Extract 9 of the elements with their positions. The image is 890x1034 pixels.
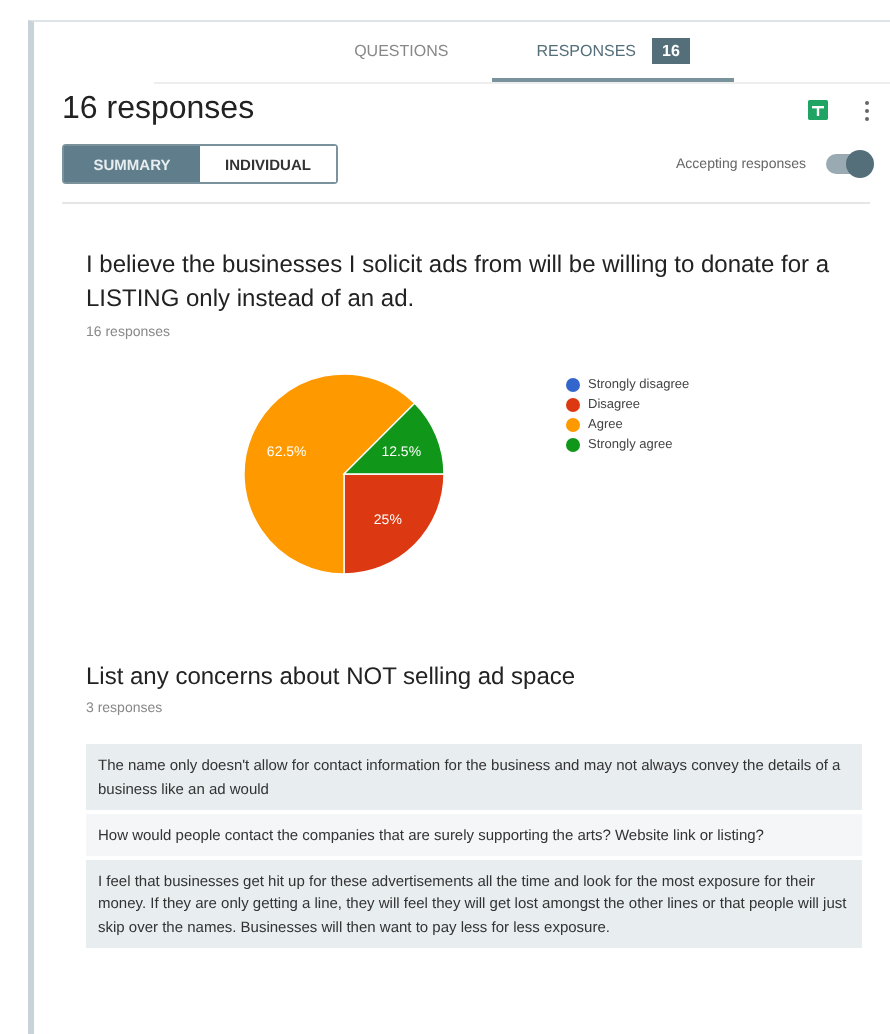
more-icon[interactable]: [864, 99, 870, 121]
spreadsheet-icon[interactable]: [808, 100, 828, 120]
accepting-switch[interactable]: [826, 154, 870, 174]
responses-title: 16 responses: [62, 92, 257, 128]
question-title: List any concerns about NOT selling ad space: [86, 659, 578, 693]
question-title: I believe the businesses I solicit ads from will be willing to donate for a LISTING only instead of an ad.: [86, 248, 832, 316]
tab[interactable]: RESPONSES 16: [492, 22, 734, 82]
count-badge: 16: [652, 37, 690, 63]
tab[interactable]: QUESTIONS: [310, 22, 493, 82]
